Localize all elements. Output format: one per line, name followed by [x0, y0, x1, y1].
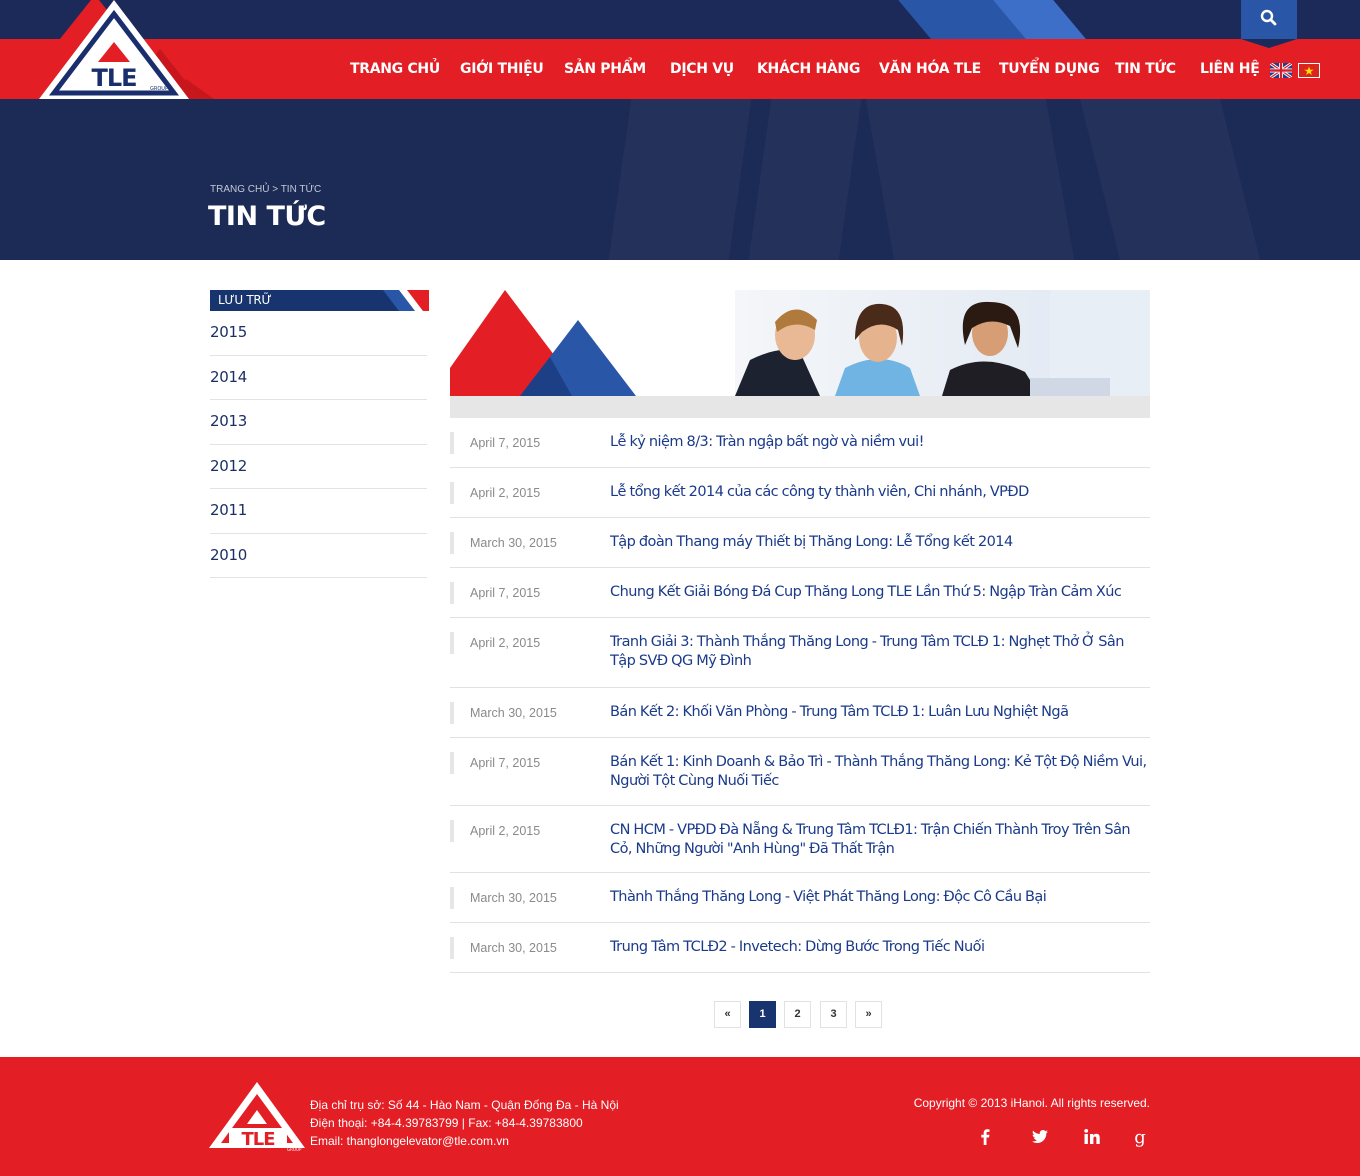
news-date: March 30, 2015 — [470, 706, 557, 720]
banner-bottom-bar — [450, 396, 1150, 418]
news-title-link[interactable]: Lễ tổng kết 2014 của các công ty thành v… — [610, 483, 1148, 502]
linkedin-icon[interactable] — [1082, 1127, 1102, 1147]
footer-logo-subtext: GROUP — [287, 1147, 302, 1152]
facebook-icon[interactable] — [975, 1127, 995, 1147]
news-item-marker — [450, 702, 454, 724]
news-title-link[interactable]: Lễ kỷ niệm 8/3: Tràn ngập bất ngờ và niề… — [610, 433, 1148, 452]
footer-email[interactable]: Email: thanglongelevator@tle.com.vn — [310, 1132, 619, 1150]
news-item-marker — [450, 752, 454, 774]
archive-year-2014[interactable]: 2014 — [210, 356, 427, 400]
breadcrumb-separator: > — [272, 184, 279, 195]
news-title-link[interactable]: Bán Kết 1: Kinh Doanh & Bảo Trì - Thành … — [610, 753, 1148, 791]
news-title-link[interactable]: Bán Kết 2: Khối Văn Phòng - Trung Tâm TC… — [610, 703, 1148, 722]
news-title-link[interactable]: CN HCM - VPĐD Đà Nẵng & Trung Tâm TCLĐ1:… — [610, 821, 1148, 859]
breadcrumb-current: TIN TỨC — [280, 184, 322, 195]
archive-year-2011[interactable]: 2011 — [210, 489, 427, 534]
nav-home[interactable]: TRANG CHỦ — [350, 61, 440, 77]
footer-logo-text: TLE — [241, 1129, 274, 1150]
breadcrumb-home[interactable]: TRANG CHỦ — [210, 184, 269, 195]
news-list: April 7, 2015 Lễ kỷ niệm 8/3: Tràn ngập … — [450, 418, 1150, 973]
news-item[interactable]: March 30, 2015 Thành Thắng Thăng Long - … — [450, 873, 1150, 923]
site-footer: TLE GROUP Địa chỉ trụ sở: Số 44 - Hào Na… — [0, 1057, 1360, 1176]
page-title: TIN TỨC — [208, 201, 326, 232]
archive-year-2015[interactable]: 2015 — [210, 311, 427, 356]
hero-building-decor — [866, 99, 1074, 260]
hero-building-decor — [749, 99, 862, 260]
news-date: April 2, 2015 — [470, 824, 541, 838]
pagination-prev[interactable]: « — [714, 1001, 741, 1028]
breadcrumb: TRANG CHỦ > TIN TỨC — [210, 184, 321, 195]
archive-year-2010[interactable]: 2010 — [210, 534, 427, 578]
footer-address: Địa chỉ trụ sở: Số 44 - Hào Nam - Quận Đ… — [310, 1098, 619, 1112]
news-item-marker — [450, 482, 454, 504]
archive-year-2013[interactable]: 2013 — [210, 400, 427, 445]
news-item[interactable]: March 30, 2015 Trung Tâm TCLĐ2 - Invetec… — [450, 923, 1150, 973]
news-date: April 7, 2015 — [470, 586, 541, 600]
nav-contact[interactable]: LIÊN HỆ — [1200, 61, 1260, 77]
news-date: April 2, 2015 — [470, 636, 541, 650]
pagination-page-3[interactable]: 3 — [820, 1001, 847, 1028]
nav-products[interactable]: SẢN PHẨM — [564, 61, 646, 77]
news-title-link[interactable]: Tập đoàn Thang máy Thiết bị Thăng Long: … — [610, 533, 1148, 552]
news-item-marker — [450, 820, 454, 842]
news-item-marker — [450, 582, 454, 604]
archive-heading-decor — [383, 290, 429, 311]
news-item[interactable]: March 30, 2015 Bán Kết 2: Khối Văn Phòng… — [450, 688, 1150, 738]
twitter-icon[interactable] — [1030, 1127, 1050, 1147]
hero-building-decor — [609, 99, 752, 260]
news-date: April 2, 2015 — [470, 486, 541, 500]
google-plus-icon[interactable]: g — [1130, 1127, 1150, 1147]
news-banner-image — [450, 290, 1150, 396]
svg-text:g: g — [1134, 1127, 1146, 1147]
news-item-marker — [450, 887, 454, 909]
news-item[interactable]: March 30, 2015 Tập đoàn Thang máy Thiết … — [450, 518, 1150, 568]
news-item-marker — [450, 532, 454, 554]
search-icon — [1260, 9, 1277, 26]
news-item-marker — [450, 432, 454, 454]
uk-flag-icon[interactable] — [1270, 63, 1292, 78]
tle-logo[interactable]: TLE GROUP — [0, 0, 215, 99]
footer-logo[interactable]: TLE GROUP — [209, 1082, 305, 1152]
news-item[interactable]: April 2, 2015 Lễ tổng kết 2014 của các c… — [450, 468, 1150, 518]
hero-building-decor — [1080, 99, 1260, 260]
archive-year-2012[interactable]: 2012 — [210, 445, 427, 489]
news-date: April 7, 2015 — [470, 756, 541, 770]
pagination-page-2[interactable]: 2 — [784, 1001, 811, 1028]
news-date: March 30, 2015 — [470, 891, 557, 905]
news-date: March 30, 2015 — [470, 536, 557, 550]
news-title-link[interactable]: Trung Tâm TCLĐ2 - Invetech: Dừng Bước Tr… — [610, 938, 1148, 957]
footer-contact-info: Địa chỉ trụ sở: Số 44 - Hào Nam - Quận Đ… — [310, 1096, 619, 1150]
nav-customers[interactable]: KHÁCH HÀNG — [757, 61, 860, 77]
footer-copyright: Copyright © 2013 iHanoi. All rights rese… — [913, 1096, 1150, 1110]
news-item[interactable]: April 7, 2015 Lễ kỷ niệm 8/3: Tràn ngập … — [450, 418, 1150, 468]
archive-heading: LƯU TRỮ — [210, 290, 429, 311]
nav-news[interactable]: TIN TỨC — [1115, 61, 1176, 77]
news-item[interactable]: April 2, 2015 CN HCM - VPĐD Đà Nẵng & Tr… — [450, 806, 1150, 873]
nav-services[interactable]: DỊCH VỤ — [670, 61, 734, 77]
page-hero: TRANG CHỦ > TIN TỨC TIN TỨC — [0, 99, 1360, 260]
archive-heading-label: LƯU TRỮ — [218, 293, 272, 307]
footer-phone: Điện thoại: +84-4.39783799 | Fax: +84-4.… — [310, 1116, 583, 1130]
news-item[interactable]: April 2, 2015 Tranh Giải 3: Thành Thắng … — [450, 618, 1150, 688]
nav-careers[interactable]: TUYỂN DỤNG — [999, 61, 1100, 77]
news-title-link[interactable]: Tranh Giải 3: Thành Thắng Thăng Long - T… — [610, 633, 1148, 671]
search-button[interactable] — [1241, 0, 1297, 48]
news-title-link[interactable]: Chung Kết Giải Bóng Đá Cup Thăng Long TL… — [610, 583, 1148, 602]
news-date: April 7, 2015 — [470, 436, 541, 450]
logo-subtext: GROUP — [150, 86, 168, 92]
nav-about[interactable]: GIỚI THIỆU — [460, 61, 544, 77]
logo-text: TLE — [91, 64, 136, 92]
news-title-link[interactable]: Thành Thắng Thăng Long - Việt Phát Thăng… — [610, 888, 1148, 907]
news-item[interactable]: April 7, 2015 Chung Kết Giải Bóng Đá Cup… — [450, 568, 1150, 618]
pagination-page-1[interactable]: 1 — [749, 1001, 776, 1028]
news-item-marker — [450, 937, 454, 959]
news-item[interactable]: April 7, 2015 Bán Kết 1: Kinh Doanh & Bả… — [450, 738, 1150, 806]
news-date: March 30, 2015 — [470, 941, 557, 955]
news-item-marker — [450, 632, 454, 654]
pagination-next[interactable]: » — [855, 1001, 882, 1028]
nav-culture[interactable]: VĂN HÓA TLE — [879, 61, 981, 77]
archive-sidebar: LƯU TRỮ 2015 2014 2013 2012 2011 2010 — [210, 290, 429, 578]
vietnam-flag-icon[interactable] — [1298, 63, 1320, 78]
